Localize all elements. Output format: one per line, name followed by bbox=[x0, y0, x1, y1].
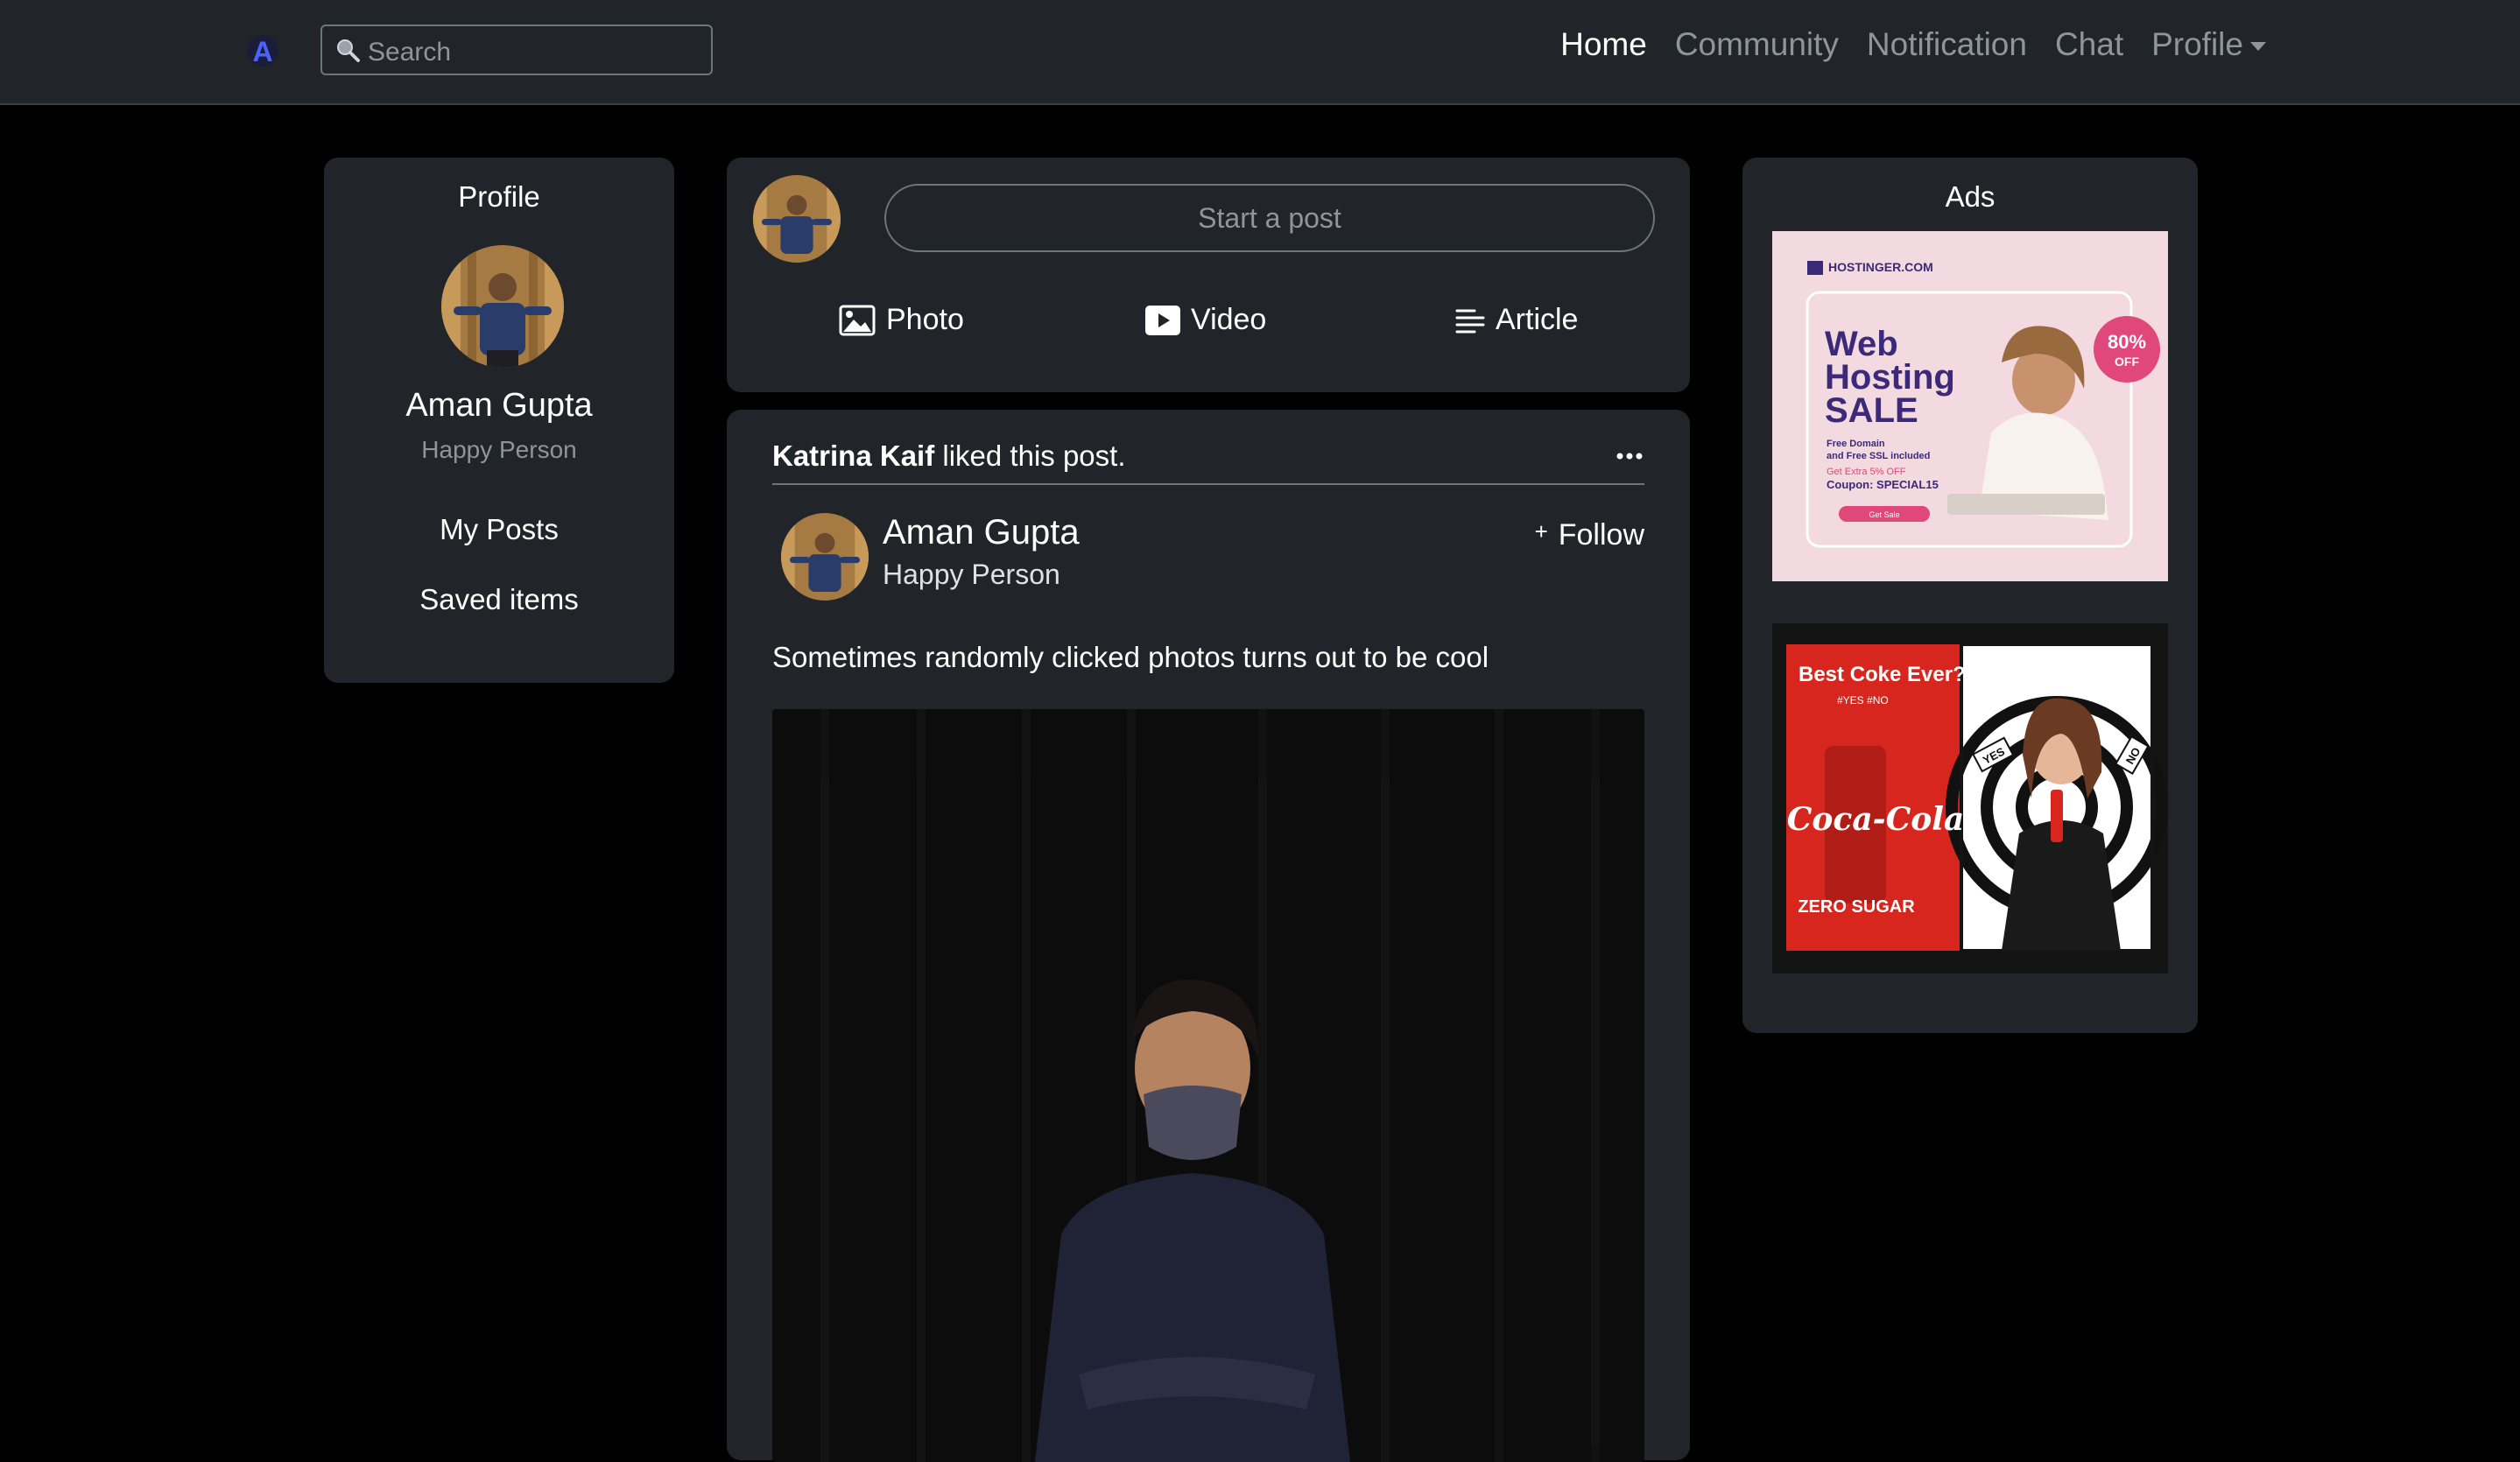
ads-title: Ads bbox=[1945, 180, 1996, 213]
chevron-down-icon bbox=[2250, 42, 2266, 52]
search-input[interactable]: Search bbox=[320, 25, 713, 75]
hosting-line-3: Get Extra 5% OFF bbox=[1827, 467, 1906, 477]
image-icon bbox=[839, 305, 876, 336]
start-post-button[interactable]: Start a post bbox=[884, 184, 1655, 252]
coca-cola-ad[interactable]: Best Coke Ever? #YES #NO Coca-Cola ZERO … bbox=[1772, 623, 2168, 973]
post-activity-line: Katrina Kaif liked this post. bbox=[772, 439, 1126, 473]
hosting-ad[interactable]: HOSTINGER.COM Web Hosting SALE Free Doma… bbox=[1772, 231, 2168, 581]
article-label: Article bbox=[1496, 303, 1579, 336]
nav-profile-dropdown[interactable]: Profile bbox=[2151, 26, 2266, 63]
coke-brand: Coca-Cola bbox=[1787, 801, 1965, 838]
nav-home[interactable]: Home bbox=[1560, 26, 1647, 63]
saved-items-link[interactable]: Saved items bbox=[324, 583, 674, 616]
avatar[interactable] bbox=[781, 513, 869, 601]
nav-notification[interactable]: Notification bbox=[1867, 26, 2027, 63]
ads-card: Ads HOSTINGER.COM Web Hosting SALE Free … bbox=[1742, 158, 2198, 1033]
coke-sub: #YES #NO bbox=[1837, 694, 1889, 706]
search-placeholder: Search bbox=[368, 38, 452, 67]
hosting-badge-pct: 80% bbox=[2108, 331, 2146, 353]
video-icon bbox=[1145, 305, 1180, 335]
profile-tagline: Happy Person bbox=[421, 436, 577, 463]
video-button[interactable]: Video bbox=[1145, 303, 1266, 337]
follow-button[interactable]: + Follow bbox=[1535, 518, 1644, 552]
liker-name[interactable]: Katrina Kaif bbox=[772, 439, 934, 472]
video-label: Video bbox=[1191, 303, 1267, 336]
top-navbar: A Search Home Community Notification Cha… bbox=[0, 0, 2520, 105]
plus-icon: + bbox=[1534, 518, 1548, 545]
profile-name: Aman Gupta bbox=[405, 387, 593, 424]
photo-label: Photo bbox=[886, 303, 964, 336]
post-composer: Start a post Photo Video Article bbox=[727, 158, 1690, 392]
photo-button[interactable]: Photo bbox=[839, 303, 964, 337]
more-options-icon[interactable] bbox=[1616, 452, 1643, 460]
nav-profile-label: Profile bbox=[2151, 26, 2243, 62]
hosting-brand: HOSTINGER.COM bbox=[1828, 260, 1933, 274]
hosting-headline-3: SALE bbox=[1825, 391, 1918, 430]
search-icon bbox=[334, 37, 361, 63]
post-author-name[interactable]: Aman Gupta bbox=[883, 513, 1080, 552]
svg-text:A: A bbox=[252, 36, 272, 67]
coke-headline: Best Coke Ever? bbox=[1798, 663, 1966, 686]
divider bbox=[772, 483, 1644, 485]
hosting-line-1: Free Domain bbox=[1827, 439, 1885, 449]
profile-card: Profile Aman Gupta Happy Person My Posts… bbox=[324, 158, 674, 683]
liked-text: liked this post. bbox=[934, 439, 1126, 472]
post-author-tagline: Happy Person bbox=[883, 559, 1060, 590]
avatar[interactable] bbox=[441, 245, 564, 368]
article-icon bbox=[1455, 307, 1485, 334]
my-posts-link[interactable]: My Posts bbox=[324, 513, 674, 546]
profile-card-title: Profile bbox=[458, 180, 540, 213]
coke-variant: ZERO SUGAR bbox=[1798, 897, 1915, 917]
post-caption: Sometimes randomly clicked photos turns … bbox=[772, 641, 1489, 673]
article-button[interactable]: Article bbox=[1455, 303, 1578, 337]
avatar[interactable] bbox=[753, 175, 841, 263]
hosting-cta: Get Sale bbox=[1869, 510, 1899, 519]
follow-label: Follow bbox=[1558, 518, 1644, 552]
feed-post: Katrina Kaif liked this post. Aman Gupta… bbox=[727, 410, 1690, 1462]
hosting-badge-off: OFF bbox=[2115, 355, 2139, 369]
hosting-coupon: Coupon: SPECIAL15 bbox=[1827, 478, 1939, 491]
app-logo[interactable]: A bbox=[243, 30, 282, 72]
nav-chat[interactable]: Chat bbox=[2055, 26, 2123, 63]
post-photo[interactable] bbox=[772, 709, 1644, 1462]
hosting-line-2: and Free SSL included bbox=[1827, 451, 1930, 461]
nav-community[interactable]: Community bbox=[1675, 26, 1839, 63]
